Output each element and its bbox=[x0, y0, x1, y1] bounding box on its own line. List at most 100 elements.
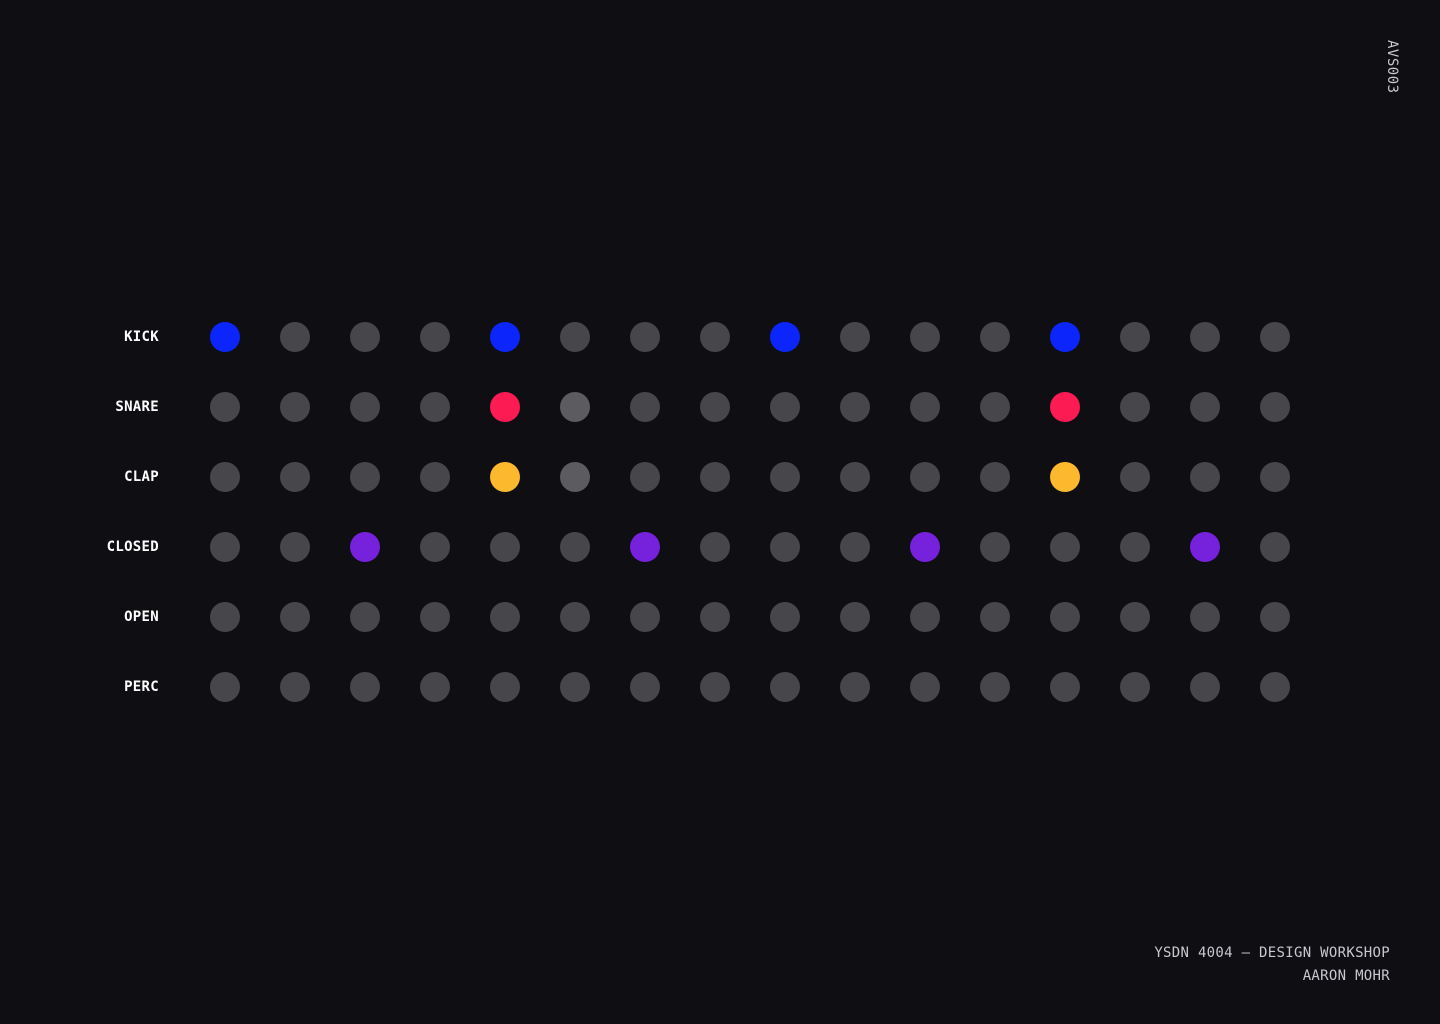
step-button-closed-16[interactable] bbox=[1260, 532, 1290, 562]
step-button-perc-6[interactable] bbox=[560, 672, 590, 702]
step-button-clap-1[interactable] bbox=[210, 462, 240, 492]
step-button-perc-1[interactable] bbox=[210, 672, 240, 702]
step-button-closed-7[interactable] bbox=[630, 532, 660, 562]
step-button-snare-2[interactable] bbox=[280, 392, 310, 422]
step-button-snare-16[interactable] bbox=[1260, 392, 1290, 422]
step-button-closed-1[interactable] bbox=[210, 532, 240, 562]
step-button-closed-14[interactable] bbox=[1120, 532, 1150, 562]
step-button-open-5[interactable] bbox=[490, 602, 520, 632]
step-button-kick-2[interactable] bbox=[280, 322, 310, 352]
step-button-open-6[interactable] bbox=[560, 602, 590, 632]
step-button-open-3[interactable] bbox=[350, 602, 380, 632]
step-button-kick-13[interactable] bbox=[1050, 322, 1080, 352]
step-button-kick-10[interactable] bbox=[840, 322, 870, 352]
step-button-closed-9[interactable] bbox=[770, 532, 800, 562]
step-button-clap-15[interactable] bbox=[1190, 462, 1220, 492]
step-button-clap-3[interactable] bbox=[350, 462, 380, 492]
step-button-perc-7[interactable] bbox=[630, 672, 660, 702]
step-button-perc-3[interactable] bbox=[350, 672, 380, 702]
step-button-perc-12[interactable] bbox=[980, 672, 1010, 702]
step-button-open-15[interactable] bbox=[1190, 602, 1220, 632]
step-button-kick-12[interactable] bbox=[980, 322, 1010, 352]
step-button-kick-6[interactable] bbox=[560, 322, 590, 352]
step-button-open-1[interactable] bbox=[210, 602, 240, 632]
step-button-clap-10[interactable] bbox=[840, 462, 870, 492]
step-button-closed-6[interactable] bbox=[560, 532, 590, 562]
step-button-closed-15[interactable] bbox=[1190, 532, 1220, 562]
step-button-snare-12[interactable] bbox=[980, 392, 1010, 422]
step-button-open-7[interactable] bbox=[630, 602, 660, 632]
step-button-snare-15[interactable] bbox=[1190, 392, 1220, 422]
step-button-clap-4[interactable] bbox=[420, 462, 450, 492]
step-button-clap-6[interactable] bbox=[560, 462, 590, 492]
step-button-perc-10[interactable] bbox=[840, 672, 870, 702]
step-button-perc-14[interactable] bbox=[1120, 672, 1150, 702]
step-button-snare-11[interactable] bbox=[910, 392, 940, 422]
step-button-open-14[interactable] bbox=[1120, 602, 1150, 632]
step-button-kick-14[interactable] bbox=[1120, 322, 1150, 352]
step-button-clap-7[interactable] bbox=[630, 462, 660, 492]
step-button-snare-7[interactable] bbox=[630, 392, 660, 422]
step-button-perc-16[interactable] bbox=[1260, 672, 1290, 702]
step-button-open-9[interactable] bbox=[770, 602, 800, 632]
step-button-perc-8[interactable] bbox=[700, 672, 730, 702]
step-button-perc-2[interactable] bbox=[280, 672, 310, 702]
step-button-kick-3[interactable] bbox=[350, 322, 380, 352]
step-button-clap-9[interactable] bbox=[770, 462, 800, 492]
step-button-snare-9[interactable] bbox=[770, 392, 800, 422]
step-button-perc-9[interactable] bbox=[770, 672, 800, 702]
step-button-closed-11[interactable] bbox=[910, 532, 940, 562]
step-button-open-4[interactable] bbox=[420, 602, 450, 632]
step-button-open-12[interactable] bbox=[980, 602, 1010, 632]
step-button-open-10[interactable] bbox=[840, 602, 870, 632]
step-button-closed-10[interactable] bbox=[840, 532, 870, 562]
step-button-closed-13[interactable] bbox=[1050, 532, 1080, 562]
step-button-snare-3[interactable] bbox=[350, 392, 380, 422]
step-button-snare-4[interactable] bbox=[420, 392, 450, 422]
step-button-kick-5[interactable] bbox=[490, 322, 520, 352]
step-button-snare-13[interactable] bbox=[1050, 392, 1080, 422]
step-button-snare-5[interactable] bbox=[490, 392, 520, 422]
step-button-closed-4[interactable] bbox=[420, 532, 450, 562]
step-button-perc-13[interactable] bbox=[1050, 672, 1080, 702]
step-button-clap-14[interactable] bbox=[1120, 462, 1150, 492]
step-button-open-16[interactable] bbox=[1260, 602, 1290, 632]
step-button-kick-15[interactable] bbox=[1190, 322, 1220, 352]
step-button-clap-2[interactable] bbox=[280, 462, 310, 492]
step-button-clap-16[interactable] bbox=[1260, 462, 1290, 492]
track-label: CLAP bbox=[124, 469, 159, 485]
step-button-closed-12[interactable] bbox=[980, 532, 1010, 562]
footer: YSDN 4004 — DESIGN WORKSHOP AARON MOHR bbox=[1154, 942, 1390, 988]
step-button-clap-5[interactable] bbox=[490, 462, 520, 492]
step-button-snare-8[interactable] bbox=[700, 392, 730, 422]
step-button-snare-1[interactable] bbox=[210, 392, 240, 422]
step-button-perc-15[interactable] bbox=[1190, 672, 1220, 702]
step-button-perc-5[interactable] bbox=[490, 672, 520, 702]
step-button-perc-11[interactable] bbox=[910, 672, 940, 702]
track-label: PERC bbox=[124, 679, 159, 695]
step-button-closed-5[interactable] bbox=[490, 532, 520, 562]
step-button-snare-6[interactable] bbox=[560, 392, 590, 422]
step-button-closed-3[interactable] bbox=[350, 532, 380, 562]
step-button-snare-10[interactable] bbox=[840, 392, 870, 422]
step-button-kick-9[interactable] bbox=[770, 322, 800, 352]
step-button-open-11[interactable] bbox=[910, 602, 940, 632]
step-button-clap-12[interactable] bbox=[980, 462, 1010, 492]
step-button-closed-2[interactable] bbox=[280, 532, 310, 562]
step-button-kick-1[interactable] bbox=[210, 322, 240, 352]
step-button-clap-13[interactable] bbox=[1050, 462, 1080, 492]
step-button-snare-14[interactable] bbox=[1120, 392, 1150, 422]
step-button-perc-4[interactable] bbox=[420, 672, 450, 702]
step-button-open-8[interactable] bbox=[700, 602, 730, 632]
step-button-kick-4[interactable] bbox=[420, 322, 450, 352]
step-button-clap-11[interactable] bbox=[910, 462, 940, 492]
step-button-clap-8[interactable] bbox=[700, 462, 730, 492]
step-button-open-2[interactable] bbox=[280, 602, 310, 632]
track-row-perc: PERC bbox=[0, 667, 1440, 707]
step-button-open-13[interactable] bbox=[1050, 602, 1080, 632]
step-button-kick-11[interactable] bbox=[910, 322, 940, 352]
step-button-kick-8[interactable] bbox=[700, 322, 730, 352]
step-button-kick-7[interactable] bbox=[630, 322, 660, 352]
step-button-kick-16[interactable] bbox=[1260, 322, 1290, 352]
step-button-closed-8[interactable] bbox=[700, 532, 730, 562]
